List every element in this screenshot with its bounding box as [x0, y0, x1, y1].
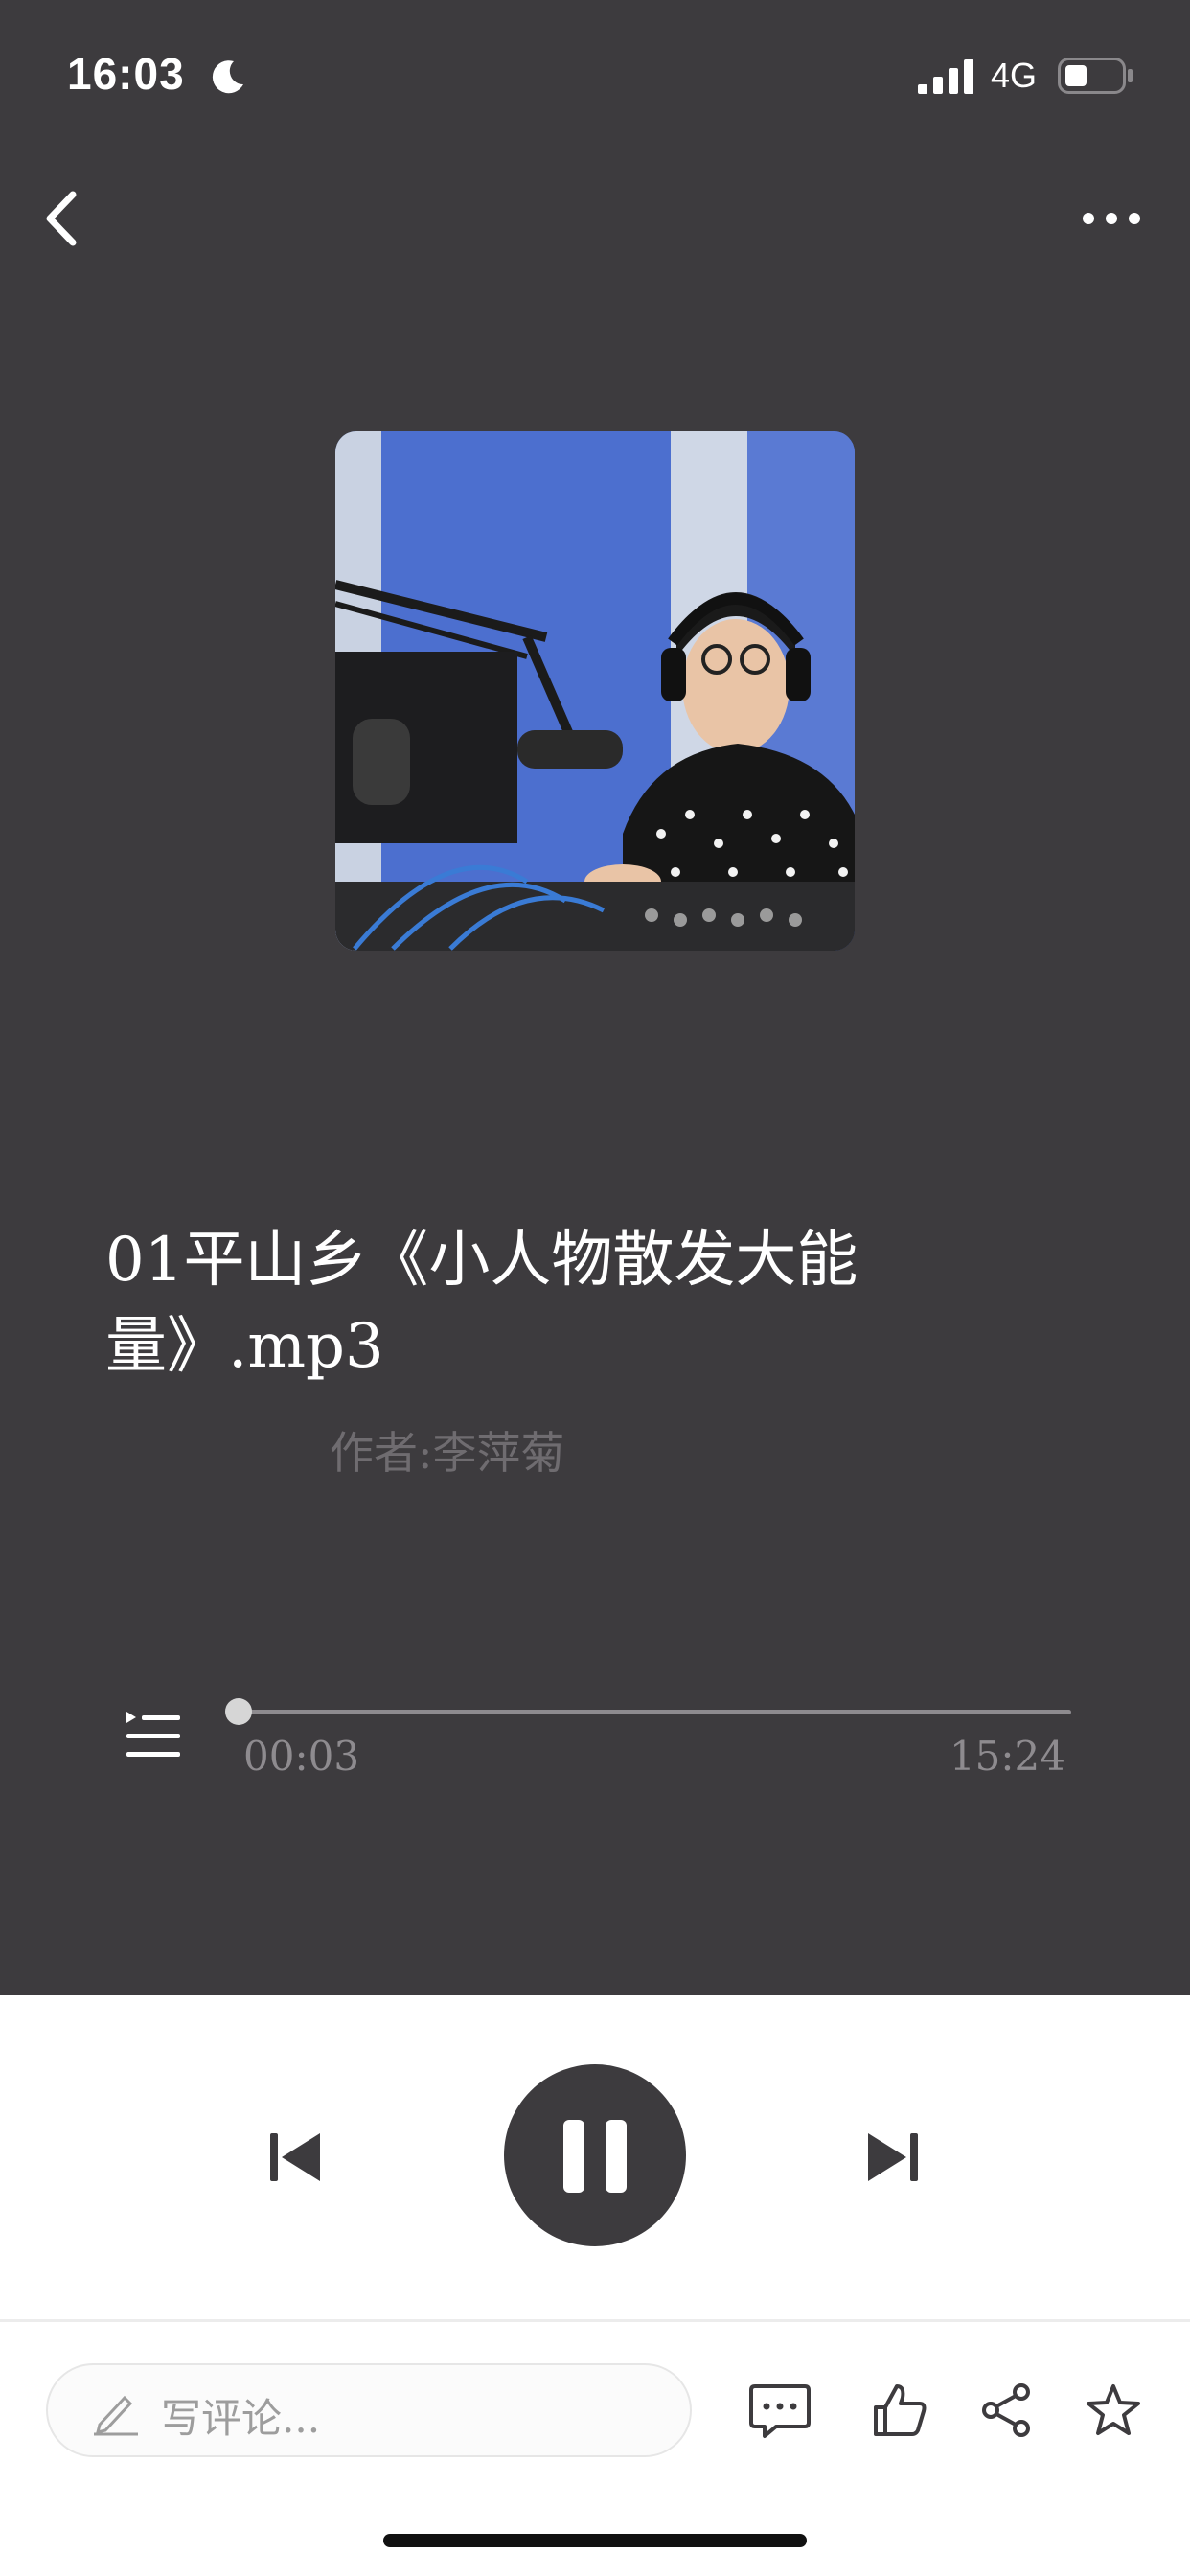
thumbs-up-icon[interactable]	[872, 2382, 927, 2438]
more-options-button[interactable]	[1077, 199, 1146, 238]
pen-icon	[94, 2395, 138, 2436]
star-icon[interactable]	[1085, 2382, 1142, 2438]
track-author: 作者:李萍菊	[330, 1427, 565, 1479]
total-time: 15:24	[949, 1733, 1065, 1780]
share-icon[interactable]	[979, 2382, 1033, 2438]
network-type: 4G	[991, 56, 1038, 95]
playlist-icon[interactable]	[123, 1708, 182, 1763]
player-background	[0, 0, 1190, 1995]
home-indicator	[383, 2534, 807, 2547]
comment-bubble-icon[interactable]	[747, 2382, 812, 2440]
playback-controls	[0, 1995, 1190, 2319]
comment-placeholder: 写评论...	[161, 2395, 321, 2442]
signal-icon	[918, 59, 973, 94]
skip-next-button[interactable]	[864, 2129, 920, 2185]
comment-input[interactable]: 写评论...	[46, 2363, 692, 2457]
progress-knob[interactable]	[224, 1698, 252, 1725]
moon-icon	[212, 60, 243, 94]
album-cover	[335, 431, 855, 951]
battery-icon	[1058, 58, 1133, 94]
divider	[0, 2319, 1190, 2322]
status-time: 16:03	[67, 49, 185, 99]
progress-slider[interactable]	[224, 1698, 1071, 1725]
pause-icon	[563, 2120, 584, 2193]
track-title: 01平山乡《小人物散发大能量》.mp3	[105, 1225, 858, 1382]
current-time: 00:03	[243, 1733, 360, 1780]
skip-previous-button[interactable]	[268, 2129, 324, 2185]
back-button[interactable]	[38, 187, 86, 250]
pause-button[interactable]	[504, 2064, 686, 2246]
